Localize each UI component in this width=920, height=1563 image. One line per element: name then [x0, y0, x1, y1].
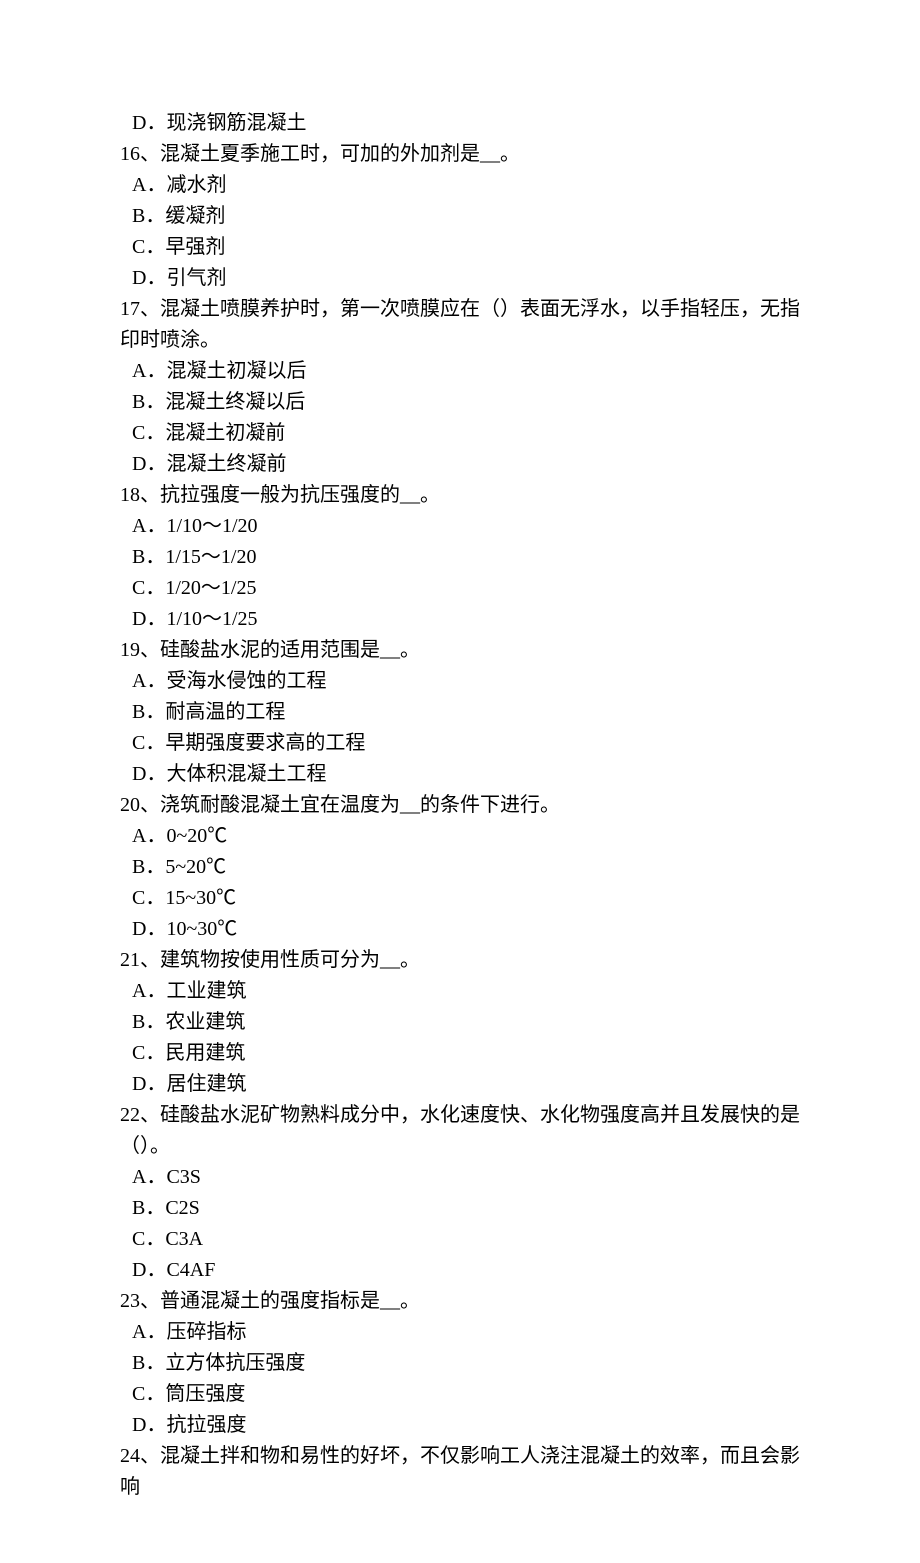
- q22-stem: 22、硅酸盐水泥矿物熟料成分中，水化速度快、水化物强度高并且发展快的是（）。: [120, 1100, 800, 1162]
- q18-option-c: C．1/20～1/25: [120, 573, 800, 604]
- q23-option-b: B．立方体抗压强度: [120, 1348, 800, 1379]
- q19-stem: 19、硅酸盐水泥的适用范围是__。: [120, 635, 800, 666]
- q22-option-b: B．C2S: [120, 1193, 800, 1224]
- q18-option-a: A．1/10～1/20: [120, 511, 800, 542]
- q17-option-c: C．混凝土初凝前: [120, 418, 800, 449]
- q23-option-d: D．抗拉强度: [120, 1410, 800, 1441]
- q16-option-a: A．减水剂: [120, 170, 800, 201]
- q20-option-d: D．10~30℃: [120, 914, 800, 945]
- q23-option-c: C．筒压强度: [120, 1379, 800, 1410]
- q24-stem: 24、混凝土拌和物和易性的好坏，不仅影响工人浇注混凝土的效率，而且会影响: [120, 1441, 800, 1503]
- q18-stem: 18、抗拉强度一般为抗压强度的__。: [120, 480, 800, 511]
- q19-option-b: B．耐高温的工程: [120, 697, 800, 728]
- q18-option-b: B．1/15～1/20: [120, 542, 800, 573]
- q19-option-c: C．早期强度要求高的工程: [120, 728, 800, 759]
- q15-option-d: D．现浇钢筋混凝土: [120, 108, 800, 139]
- q19-option-d: D．大体积混凝土工程: [120, 759, 800, 790]
- q20-option-c: C．15~30℃: [120, 883, 800, 914]
- q21-option-c: C．民用建筑: [120, 1038, 800, 1069]
- q21-option-d: D．居住建筑: [120, 1069, 800, 1100]
- q17-option-d: D．混凝土终凝前: [120, 449, 800, 480]
- q16-stem: 16、混凝土夏季施工时，可加的外加剂是__。: [120, 139, 800, 170]
- q22-option-a: A．C3S: [120, 1162, 800, 1193]
- q23-option-a: A．压碎指标: [120, 1317, 800, 1348]
- q16-option-b: B．缓凝剂: [120, 201, 800, 232]
- q16-option-c: C．早强剂: [120, 232, 800, 263]
- q17-option-a: A．混凝土初凝以后: [120, 356, 800, 387]
- page-content: D．现浇钢筋混凝土 16、混凝土夏季施工时，可加的外加剂是__。 A．减水剂 B…: [0, 0, 920, 1563]
- q20-stem: 20、浇筑耐酸混凝土宜在温度为__的条件下进行。: [120, 790, 800, 821]
- q21-stem: 21、建筑物按使用性质可分为__。: [120, 945, 800, 976]
- q17-stem: 17、混凝土喷膜养护时，第一次喷膜应在（）表面无浮水，以手指轻压，无指印时喷涂。: [120, 294, 800, 356]
- q21-option-b: B．农业建筑: [120, 1007, 800, 1038]
- q18-option-d: D．1/10～1/25: [120, 604, 800, 635]
- q22-option-d: D．C4AF: [120, 1255, 800, 1286]
- q19-option-a: A．受海水侵蚀的工程: [120, 666, 800, 697]
- q20-option-b: B．5~20℃: [120, 852, 800, 883]
- q17-option-b: B．混凝土终凝以后: [120, 387, 800, 418]
- q22-option-c: C．C3A: [120, 1224, 800, 1255]
- q16-option-d: D．引气剂: [120, 263, 800, 294]
- q21-option-a: A．工业建筑: [120, 976, 800, 1007]
- q20-option-a: A．0~20℃: [120, 821, 800, 852]
